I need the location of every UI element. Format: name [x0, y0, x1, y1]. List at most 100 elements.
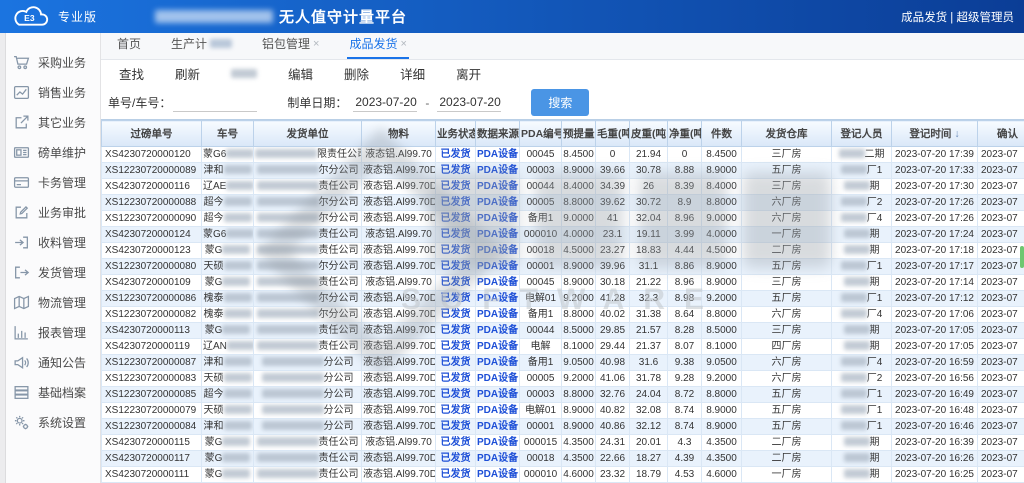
- sidebar-item-8[interactable]: 发货管理: [0, 257, 100, 287]
- company-redacted: [262, 373, 324, 382]
- cell-tare: 30.78: [630, 163, 668, 179]
- gears-icon: [13, 414, 30, 431]
- tab-close-icon[interactable]: ×: [313, 38, 319, 50]
- tab-close-icon[interactable]: ×: [401, 38, 407, 50]
- toolbar-button-2[interactable]: 刷新: [175, 64, 200, 83]
- sidebar-item-2[interactable]: 销售业务: [0, 77, 100, 107]
- toolbar-button-5[interactable]: 删除: [344, 64, 369, 83]
- cell-source: PDA设备: [476, 307, 520, 323]
- table-row[interactable]: XS12230720000082槐泰尔分公司液态铝.Al99.70DT已发货PD…: [102, 307, 1024, 323]
- table-row[interactable]: XS4230720000113蒙G责任公司液态铝.Al99.70DT已发货PDA…: [102, 323, 1024, 339]
- cell-vehicle: 超今: [202, 195, 254, 211]
- sidebar-item-13[interactable]: 系统设置: [0, 407, 100, 437]
- order-vehicle-input[interactable]: [173, 93, 257, 112]
- tab-label: 铝包管理: [262, 35, 310, 52]
- table-row[interactable]: XS4230720000117蒙G责任公司液态铝.Al99.70DT已发货PDA…: [102, 451, 1024, 467]
- column-header-7[interactable]: PDA编号: [520, 121, 562, 147]
- table-row[interactable]: XS4230720000124蒙G6责任公司液态铝.Al99.70已发货PDA设…: [102, 227, 1024, 243]
- tab-1[interactable]: 首页: [115, 35, 143, 59]
- cell-company: 尔分公司: [254, 195, 362, 211]
- column-header-4[interactable]: 物料: [362, 121, 436, 147]
- cell-pieces: 4.0000: [702, 227, 742, 243]
- column-header-11[interactable]: 净重(吨: [668, 121, 702, 147]
- table-row[interactable]: XS12230720000079天硕分公司液态铝.Al99.70DT已发货PDA…: [102, 403, 1024, 419]
- column-header-16[interactable]: 确认: [978, 121, 1024, 147]
- cell-confirm-time: 2023-07: [978, 195, 1024, 211]
- vehicle-redacted: [226, 149, 253, 158]
- cell-pda: 备用1: [520, 307, 562, 323]
- search-button[interactable]: 搜索: [531, 89, 589, 116]
- table-row[interactable]: XS4230720000119辽AN责任公司液态铝.Al99.70DT已发货PD…: [102, 339, 1024, 355]
- column-header-12[interactable]: 件数: [702, 121, 742, 147]
- sidebar-item-9[interactable]: 物流管理: [0, 287, 100, 317]
- tab-3[interactable]: 铝包管理×: [260, 35, 321, 59]
- column-header-10[interactable]: 皮重(吨: [630, 121, 668, 147]
- column-header-5[interactable]: 业务状态: [436, 121, 476, 147]
- column-header-13[interactable]: 发货仓库: [742, 121, 832, 147]
- cell-material: 液态铝.Al99.70DT: [362, 419, 436, 435]
- date-to-field[interactable]: 2023-07-20: [437, 94, 501, 112]
- cell-tare: 19.11: [630, 227, 668, 243]
- table-row[interactable]: XS12230720000087津和分公司液态铝.Al99.70DT已发货PDA…: [102, 355, 1024, 371]
- table-row[interactable]: XS4230720000111蒙G责任公司液态铝.Al99.70DT已发货PDA…: [102, 467, 1024, 483]
- vehicle-redacted: [222, 469, 250, 478]
- sidebar-item-7[interactable]: 收料管理: [0, 227, 100, 257]
- sidebar-item-4[interactable]: 磅单维护: [0, 137, 100, 167]
- cell-vehicle: 津和: [202, 419, 254, 435]
- toolbar-button-6[interactable]: 详细: [400, 64, 425, 83]
- column-header-8[interactable]: 预提量(: [562, 121, 596, 147]
- table-row[interactable]: XS12230720000083天硕分公司液态铝.Al99.70DT已发货PDA…: [102, 371, 1024, 387]
- table-row[interactable]: XS4230720000123蒙G责任公司液态铝.Al99.70DT已发货PDA…: [102, 243, 1024, 259]
- table-row[interactable]: XS4230720000116辽AE责任公司液态铝.Al99.70DT已发货PD…: [102, 179, 1024, 195]
- sidebar-item-11[interactable]: 通知公告: [0, 347, 100, 377]
- table-row[interactable]: XS4230720000120蒙G6限责任公司液态铝.Al99.70已发货PDA…: [102, 147, 1024, 163]
- sidebar-item-3[interactable]: 其它业务: [0, 107, 100, 137]
- cell-pieces: 4.6000: [702, 467, 742, 483]
- registrar-redacted: [841, 197, 867, 206]
- cell-pda: 电解01: [520, 291, 562, 307]
- cell-pre-quantity: 8.5000: [562, 323, 596, 339]
- table-row[interactable]: XS12230720000085超今分公司液态铝.Al99.70DT已发货PDA…: [102, 387, 1024, 403]
- sidebar-item-10[interactable]: 报表管理: [0, 317, 100, 347]
- date-from-field[interactable]: 2023-07-20: [353, 94, 417, 112]
- column-header-15[interactable]: 登记时间 ↓: [892, 121, 978, 147]
- cell-vehicle: 槐泰: [202, 291, 254, 307]
- column-header-6[interactable]: 数据来源: [476, 121, 520, 147]
- cell-material: 液态铝.Al99.70DT: [362, 243, 436, 259]
- column-header-3[interactable]: 发货单位: [254, 121, 362, 147]
- table-row[interactable]: XS12230720000089津和尔分公司液态铝.Al99.70DT已发货PD…: [102, 163, 1024, 179]
- toolbar-button-4[interactable]: 编辑: [288, 64, 313, 83]
- cell-reg-time: 2023-07-20 17:24: [892, 227, 978, 243]
- toolbar-button-7[interactable]: 离开: [456, 64, 481, 83]
- sidebar-item-12[interactable]: 基础档案: [0, 377, 100, 407]
- vertical-scrollbar-thumb[interactable]: [1020, 246, 1024, 268]
- table-row[interactable]: XS4230720000109蒙G责任公司液态铝.Al99.70已发货PDA设备…: [102, 275, 1024, 291]
- column-header-2[interactable]: 车号: [202, 121, 254, 147]
- cell-material: 液态铝.Al99.70: [362, 147, 436, 163]
- column-header-9[interactable]: 毛重(吨: [596, 121, 630, 147]
- sidebar-item-5[interactable]: 卡务管理: [0, 167, 100, 197]
- sidebar-collapse-strip[interactable]: [0, 33, 6, 483]
- table-row[interactable]: XS12230720000088超今尔分公司液态铝.Al99.70DT已发货PD…: [102, 195, 1024, 211]
- column-header-14[interactable]: 登记人员: [832, 121, 892, 147]
- column-header-1[interactable]: 过磅单号: [102, 121, 202, 147]
- sidebar-item-1[interactable]: 采购业务: [0, 47, 100, 77]
- toolbar-button-1[interactable]: 查找: [119, 64, 144, 83]
- table-row[interactable]: XS4230720000115蒙G责任公司液态铝.Al99.70已发货PDA设备…: [102, 435, 1024, 451]
- tab-2[interactable]: 生产计: [169, 35, 234, 59]
- sidebar-item-6[interactable]: 业务审批: [0, 197, 100, 227]
- tab-4[interactable]: 成品发货×: [347, 35, 408, 59]
- cell-warehouse: 六厂房: [742, 371, 832, 387]
- user-info[interactable]: 成品发货 | 超级管理员: [901, 9, 1014, 25]
- cell-status: 已发货: [436, 259, 476, 275]
- cell-registrar: 厂2: [832, 195, 892, 211]
- cell-tare: 32.08: [630, 403, 668, 419]
- table-row[interactable]: XS12230720000090超今尔分公司液态铝.Al99.70DT已发货PD…: [102, 211, 1024, 227]
- content-area: 首页生产计铝包管理×成品发货× 查找刷新编辑删除详细离开 单号/车号： 制单日期…: [101, 33, 1024, 483]
- table-row[interactable]: XS12230720000086槐泰尔分公司液态铝.Al99.70DT已发货PD…: [102, 291, 1024, 307]
- cell-gross: 32.76: [596, 387, 630, 403]
- table-row[interactable]: XS12230720000080天硕尔分公司液态铝.Al99.70DT已发货PD…: [102, 259, 1024, 275]
- cell-pieces: 8.9000: [702, 259, 742, 275]
- table-row[interactable]: XS12230720000084津和分公司液态铝.Al99.70DT已发货PDA…: [102, 419, 1024, 435]
- toolbar-button-3[interactable]: [231, 66, 257, 80]
